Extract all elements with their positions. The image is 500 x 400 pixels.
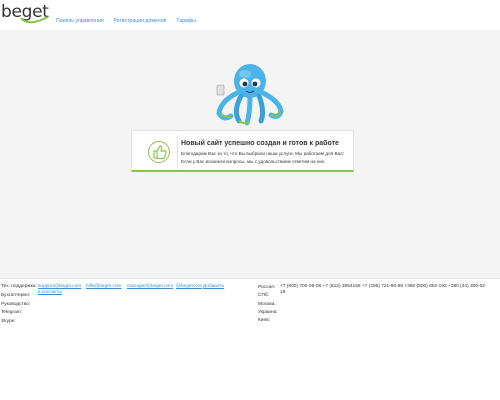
accounting-label: Бухгалтерия: [1,293,31,298]
phone-numbers-cont: 18 [280,290,286,295]
card-thanks-text: Благодарим Вас за то, что Вы выбрали наш… [181,151,344,156]
card-questions-text: Если у Вас возникли вопросы, мы с удовол… [181,159,326,164]
support-label: Тех. поддержка: [1,284,37,289]
russia-label: Россия: [258,285,276,290]
main-area: Новый сайт успешно создан и готов к рабо… [0,30,500,278]
support-email-link[interactable]: support@beget.com [38,284,81,289]
telegram-label: Telegram: [1,310,23,315]
management-label: Руководство: [1,302,31,307]
octopus-mascot-icon [216,64,284,126]
footer: Тех. поддержка: support@beget.com bills@… [0,278,500,400]
footer-divider [0,278,500,279]
skype-label: Skype: [1,319,16,324]
nav-domain-registration[interactable]: Регистрация доменов [114,18,167,24]
kiev-label: Киев: [258,318,271,323]
billing-email-link[interactable]: bills@beget.com [86,284,122,289]
spb-label: СПб: [258,293,269,298]
header: beget Панель управления Регистрация доме… [0,0,500,30]
phone-numbers: +7 (800) 700-06-08 +7 (812) 3854156 +7 (… [280,284,487,289]
top-nav: Панель управления Регистрация доменов Та… [56,18,196,24]
manager-email-link[interactable]: manager@beget.com [127,284,173,289]
thumbs-up-icon [148,141,170,163]
card-title: Новый сайт успешно создан и готов к рабо… [181,140,339,147]
logo-swoosh-icon [20,16,49,24]
add-contacts-link-cont[interactable]: в контакты [38,290,62,295]
ukraine-label: Украина: [258,310,278,315]
moscow-label: Москва: [258,302,276,307]
add-contacts-link[interactable]: Добавить [203,284,224,289]
card-divider [177,135,178,169]
skype-handle-link[interactable]: @begetcom [176,284,202,289]
nav-tariffs[interactable]: Тарифы [176,18,196,24]
success-card: Новый сайт успешно создан и готов к рабо… [131,130,354,172]
nav-control-panel[interactable]: Панель управления [56,18,104,24]
